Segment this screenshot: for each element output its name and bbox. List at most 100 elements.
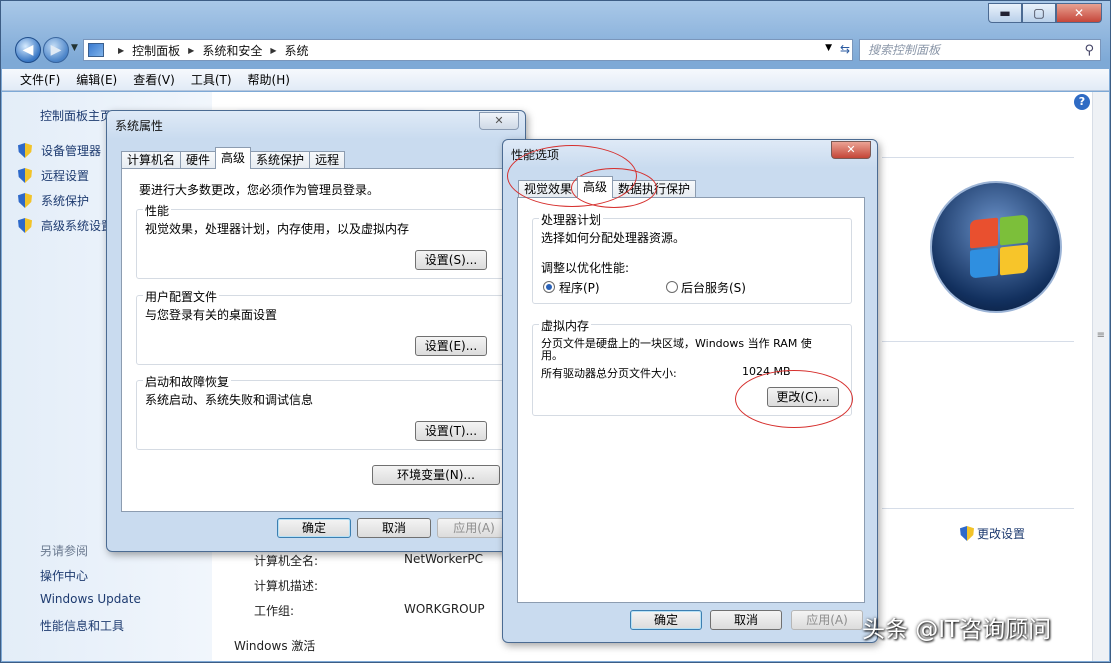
tab-remote[interactable]: 远程 xyxy=(309,151,346,169)
sidebar-item-device-manager[interactable]: 设备管理器 xyxy=(18,142,101,159)
divider xyxy=(882,508,1074,509)
cancel-button[interactable]: 取消 xyxy=(357,518,431,538)
virtual-memory-desc-line1: 分页文件是硬盘上的一块区域，Windows 当作 RAM 使 xyxy=(541,337,812,350)
flag-blue xyxy=(970,247,998,279)
workgroup-label: 工作组: xyxy=(254,604,295,618)
breadcrumb-system[interactable]: 系统 xyxy=(285,42,309,59)
change-settings-label: 更改设置 xyxy=(977,527,1026,541)
virtual-memory-desc-line2: 用。 xyxy=(541,349,563,362)
user-profiles-group: 用户配置文件 与您登录有关的桌面设置 设置(E)... xyxy=(136,288,506,365)
performance-title: 性能 xyxy=(143,202,172,219)
sidebar-item-advanced[interactable]: 高级系统设置 xyxy=(18,217,113,234)
shield-icon xyxy=(960,526,974,541)
performance-settings-button[interactable]: 设置(S)... xyxy=(415,250,487,270)
breadcrumb-separator-icon[interactable]: ▶ xyxy=(188,46,194,55)
control-panel-icon xyxy=(88,43,104,57)
minimize-button[interactable]: ▬ xyxy=(988,3,1022,23)
search-icon[interactable]: ⚲ xyxy=(1084,41,1094,61)
apply-button[interactable]: 应用(A) xyxy=(791,610,863,630)
performance-desc: 视觉效果，处理器计划，内存使用，以及虚拟内存 xyxy=(145,222,410,236)
sidebar-item-protection[interactable]: 系统保护 xyxy=(18,192,89,209)
menu-file[interactable]: 文件(F) xyxy=(20,71,60,88)
window-caption-buttons: ▬ ▢ ✕ xyxy=(988,3,1102,23)
breadcrumb-separator-icon[interactable]: ▶ xyxy=(118,46,124,55)
recent-pages-chevron-icon[interactable]: ▼ xyxy=(71,43,78,53)
windows-update-link[interactable]: Windows Update xyxy=(40,592,141,606)
startup-recovery-settings-button[interactable]: 设置(T)... xyxy=(415,421,487,441)
tab-hardware[interactable]: 硬件 xyxy=(180,151,217,169)
ok-button[interactable]: 确定 xyxy=(630,610,702,630)
breadcrumb-control-panel[interactable]: 控制面板 xyxy=(132,42,180,59)
processor-scheduling-group: 处理器计划 选择如何分配处理器资源。 调整以优化性能: 程序(P) 后台服务(S… xyxy=(532,211,852,304)
startup-recovery-title: 启动和故障恢复 xyxy=(143,373,232,390)
windows-logo xyxy=(930,181,1062,313)
menu-edit[interactable]: 编辑(E) xyxy=(76,71,117,88)
flag-yellow xyxy=(1000,244,1028,276)
help-icon[interactable]: ? xyxy=(1074,94,1090,110)
dialog-title: 系统属性 xyxy=(115,119,164,133)
background-services-radio-label[interactable]: 后台服务(S) xyxy=(681,279,746,296)
performance-group: 性能 视觉效果，处理器计划，内存使用，以及虚拟内存 设置(S)... xyxy=(136,202,506,279)
environment-variables-button[interactable]: 环境变量(N)... xyxy=(372,465,500,485)
apply-button[interactable]: 应用(A) xyxy=(437,518,511,538)
user-profiles-settings-button[interactable]: 设置(E)... xyxy=(415,336,487,356)
address-bar[interactable]: ▶ 控制面板 ▶ 系统和安全 ▶ 系统 ▼ ⇆ xyxy=(83,39,853,61)
ok-button[interactable]: 确定 xyxy=(277,518,351,538)
computer-description-label: 计算机描述: xyxy=(254,579,319,593)
background-services-radio[interactable] xyxy=(666,281,678,293)
address-dropdown-icon[interactable]: ▼ xyxy=(825,43,832,53)
breadcrumb-system-security[interactable]: 系统和安全 xyxy=(202,42,262,59)
advanced-tab-page: 处理器计划 选择如何分配处理器资源。 调整以优化性能: 程序(P) 后台服务(S… xyxy=(517,197,865,603)
menu-help[interactable]: 帮助(H) xyxy=(248,71,290,88)
menu-view[interactable]: 查看(V) xyxy=(133,71,175,88)
tab-visual-effects[interactable]: 视觉效果 xyxy=(518,180,579,198)
shield-icon xyxy=(18,193,32,208)
control-panel-home-link[interactable]: 控制面板主页 xyxy=(40,107,112,124)
maximize-button[interactable]: ▢ xyxy=(1022,3,1056,23)
user-profiles-title: 用户配置文件 xyxy=(143,288,220,305)
programs-radio-label[interactable]: 程序(P) xyxy=(559,279,600,296)
forward-button[interactable]: ▶ xyxy=(43,37,69,63)
total-paging-value: 1024 MB xyxy=(742,365,791,378)
total-paging-label: 所有驱动器总分页文件大小: xyxy=(541,367,677,380)
dialog-title: 性能选项 xyxy=(511,148,560,162)
change-virtual-memory-button[interactable]: 更改(C)... xyxy=(767,387,839,407)
dialog-close-button[interactable]: ✕ xyxy=(479,112,519,130)
dialog-close-button[interactable]: ✕ xyxy=(831,141,871,159)
tab-advanced[interactable]: 高级 xyxy=(577,176,614,198)
search-input[interactable]: 搜索控制面板 ⚲ xyxy=(859,39,1101,61)
change-settings-link[interactable]: 更改设置 xyxy=(960,525,1025,542)
back-button[interactable]: ◀ xyxy=(15,37,41,63)
sidebar-item-remote[interactable]: 远程设置 xyxy=(18,167,89,184)
virtual-memory-title: 虚拟内存 xyxy=(539,317,592,334)
user-profiles-desc: 与您登录有关的桌面设置 xyxy=(145,308,278,322)
startup-recovery-group: 启动和故障恢复 系统启动、系统失败和调试信息 设置(T)... xyxy=(136,373,506,450)
breadcrumb-separator-icon[interactable]: ▶ xyxy=(270,46,276,55)
menu-bar: 文件(F) 编辑(E) 查看(V) 工具(T) 帮助(H) xyxy=(2,69,1109,91)
processor-scheduling-title: 处理器计划 xyxy=(539,211,604,228)
admin-note: 要进行大多数更改，您必须作为管理员登录。 xyxy=(139,183,380,197)
flag-red xyxy=(970,217,998,249)
tab-advanced[interactable]: 高级 xyxy=(215,147,252,169)
sidebar-item-label: 高级系统设置 xyxy=(41,219,114,233)
search-placeholder: 搜索控制面板 xyxy=(868,43,941,57)
computer-full-name-label: 计算机全名: xyxy=(254,554,319,568)
watermark-text: 头条 @IT咨询顾问 xyxy=(862,617,1052,643)
vertical-scrollbar[interactable]: ≡ xyxy=(1092,92,1109,661)
refresh-icon[interactable]: ⇆ xyxy=(840,42,850,56)
tab-dep[interactable]: 数据执行保护 xyxy=(612,180,697,198)
scroll-grip-icon[interactable]: ≡ xyxy=(1097,330,1105,341)
tab-computer-name[interactable]: 计算机名 xyxy=(121,151,182,169)
performance-info-link[interactable]: 性能信息和工具 xyxy=(40,617,124,634)
action-center-link[interactable]: 操作中心 xyxy=(40,567,88,584)
menu-tools[interactable]: 工具(T) xyxy=(191,71,232,88)
tab-system-protection[interactable]: 系统保护 xyxy=(250,151,311,169)
cancel-button[interactable]: 取消 xyxy=(710,610,782,630)
computer-full-name-value: NetWorkerPC xyxy=(404,552,483,566)
shield-icon xyxy=(18,143,32,158)
performance-options-dialog: 性能选项 ✕ 视觉效果 高级 数据执行保护 处理器计划 选择如何分配处理器资源。… xyxy=(502,139,878,643)
close-button[interactable]: ✕ xyxy=(1056,3,1102,23)
startup-recovery-desc: 系统启动、系统失败和调试信息 xyxy=(145,393,314,407)
programs-radio[interactable] xyxy=(543,281,555,293)
divider xyxy=(882,157,1074,158)
